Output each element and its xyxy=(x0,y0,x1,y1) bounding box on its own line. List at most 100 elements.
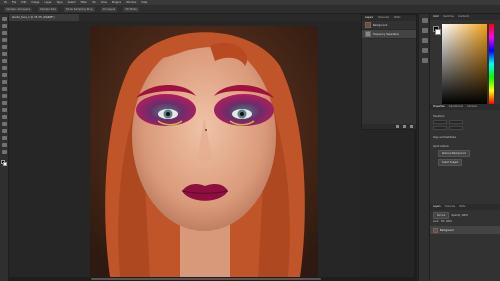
eraser-tool-icon[interactable] xyxy=(2,87,7,91)
layers-section: Layers Channels Paths Normal Opacity: 10… xyxy=(430,204,500,281)
canvas-area[interactable] xyxy=(9,21,361,281)
horizontal-scroll-thumb[interactable] xyxy=(91,278,321,280)
tab-swatches[interactable]: Swatches xyxy=(443,15,454,19)
layers-panel-footer xyxy=(362,124,416,129)
gradient-tool-icon[interactable] xyxy=(2,94,7,98)
crop-tool-icon[interactable] xyxy=(2,45,7,49)
healing-brush-tool-icon[interactable] xyxy=(2,59,7,63)
info-icon[interactable] xyxy=(422,58,428,63)
menu-select[interactable]: Select xyxy=(68,1,76,4)
photoshop-window: Ps File Edit Image Layer Type Select Fil… xyxy=(0,0,500,281)
remove-background-button[interactable]: Remove Background xyxy=(438,150,470,157)
lock-label: Lock: xyxy=(433,219,440,223)
layer-thumbnail xyxy=(365,22,371,28)
menu-window[interactable]: Window xyxy=(126,1,136,4)
layer-row-background[interactable]: Background xyxy=(430,226,500,234)
option-sampling-ring[interactable]: Show Sampling Ring xyxy=(63,6,95,12)
menu-layer[interactable]: Layer xyxy=(44,1,51,4)
pen-tool-icon[interactable] xyxy=(2,115,7,119)
horizontal-scrollbar[interactable] xyxy=(9,277,417,281)
menu-plugins[interactable]: Plugins xyxy=(112,1,121,4)
menu-help[interactable]: Help xyxy=(141,1,147,4)
menu-3d[interactable]: 3D xyxy=(92,1,96,4)
clone-stamp-tool-icon[interactable] xyxy=(2,73,7,77)
quick-actions-label: Quick Actions xyxy=(433,144,449,148)
paragraph-icon[interactable] xyxy=(422,48,428,53)
brush-tool-icon[interactable] xyxy=(2,66,7,70)
menu-file[interactable]: File xyxy=(12,1,16,4)
marquee-tool-icon[interactable] xyxy=(2,24,7,28)
dodge-tool-icon[interactable] xyxy=(2,108,7,112)
document-tab[interactable]: studio_face_1 @ 33.3% (RGB/8*) xyxy=(9,14,79,21)
transform-label: Transform xyxy=(433,114,445,118)
layer-name: Background xyxy=(373,23,388,27)
quick-select-tool-icon[interactable] xyxy=(2,38,7,42)
x-field[interactable] xyxy=(433,126,447,130)
menu-filter[interactable]: Filter xyxy=(81,1,87,4)
color-section: Color Swatches Gradients xyxy=(430,14,500,110)
background-color-swatch[interactable] xyxy=(3,162,7,166)
option-all-layers[interactable]: All Layers xyxy=(100,6,118,12)
tab-properties[interactable]: Properties xyxy=(433,105,445,109)
tab-layers-right[interactable]: Layers xyxy=(433,205,441,209)
tab-gradients[interactable]: Gradients xyxy=(458,15,469,19)
width-field[interactable] xyxy=(433,120,447,124)
height-field[interactable] xyxy=(449,120,463,124)
path-select-tool-icon[interactable] xyxy=(2,129,7,133)
blur-tool-icon[interactable] xyxy=(2,101,7,105)
zoom-tool-icon[interactable] xyxy=(2,150,7,154)
character-icon[interactable] xyxy=(422,38,428,43)
shape-tool-icon[interactable] xyxy=(2,136,7,140)
option-sample-size[interactable]: Sample Size xyxy=(38,6,58,12)
tab-color[interactable]: Color xyxy=(433,15,439,19)
menu-view[interactable]: View xyxy=(101,1,107,4)
history-icon[interactable] xyxy=(422,18,428,23)
layer-thumbnail xyxy=(433,227,438,233)
properties-tabs: Properties Adjustments Libraries xyxy=(430,104,500,110)
hand-tool-icon[interactable] xyxy=(2,143,7,147)
brush-settings-icon[interactable] xyxy=(422,28,428,33)
menu-edit[interactable]: Edit xyxy=(21,1,26,4)
lock-row: Lock: Fill: 100% xyxy=(430,218,500,224)
tab-paths[interactable]: Paths xyxy=(394,16,401,20)
menu-type[interactable]: Type xyxy=(57,1,63,4)
color-tabs: Color Swatches Gradients xyxy=(430,14,500,20)
type-tool-icon[interactable] xyxy=(2,122,7,126)
opacity-label[interactable]: Opacity: 100% xyxy=(451,214,468,217)
menu-image[interactable]: Image xyxy=(31,1,39,4)
quick-action-buttons: Remove Background xyxy=(430,149,500,158)
tools-panel xyxy=(0,14,9,281)
tab-layers[interactable]: Layers xyxy=(365,16,373,20)
layer-row[interactable]: Background xyxy=(362,21,416,30)
layer-row[interactable]: Frequency Separation xyxy=(362,30,416,39)
align-label: Align and Distribute xyxy=(433,135,456,139)
blend-mode-select[interactable]: Normal xyxy=(433,211,450,219)
color-picker-field[interactable] xyxy=(442,24,487,104)
fill-label[interactable]: Fill: 100% xyxy=(441,220,452,223)
history-brush-tool-icon[interactable] xyxy=(2,80,7,84)
tab-channels-right[interactable]: Channels xyxy=(445,205,456,209)
options-bar: Sample: All Layers Sample Size Show Samp… xyxy=(0,5,500,14)
trash-icon[interactable] xyxy=(410,125,413,128)
new-group-icon[interactable] xyxy=(396,125,399,128)
lasso-tool-icon[interactable] xyxy=(2,31,7,35)
y-field[interactable] xyxy=(449,126,463,130)
move-tool-icon[interactable] xyxy=(2,17,7,21)
select-subject-button[interactable]: Select Subject xyxy=(438,159,463,166)
tab-paths-right[interactable]: Paths xyxy=(459,205,465,209)
menu-ps[interactable]: Ps xyxy=(4,1,7,4)
document-tabs: studio_face_1 @ 33.3% (RGB/8*) xyxy=(9,14,361,21)
align-heading: Align and Distribute xyxy=(430,134,500,140)
option-sample[interactable]: Sample: All Layers xyxy=(4,6,33,12)
new-layer-icon[interactable] xyxy=(403,125,406,128)
tab-adjustments[interactable]: Adjustments xyxy=(449,105,463,109)
layers-tabs: Layers Channels Paths xyxy=(430,204,500,210)
eyedropper-tool-icon[interactable] xyxy=(2,52,7,56)
background-swatch[interactable] xyxy=(435,29,441,35)
tab-libraries[interactable]: Libraries xyxy=(467,105,477,109)
tab-channels[interactable]: Channels xyxy=(378,16,389,20)
panel-icon-strip xyxy=(418,14,430,281)
portrait-image xyxy=(90,26,318,277)
option-3d-mode[interactable]: 3D Mode xyxy=(123,6,139,12)
hue-slider[interactable] xyxy=(489,24,494,104)
